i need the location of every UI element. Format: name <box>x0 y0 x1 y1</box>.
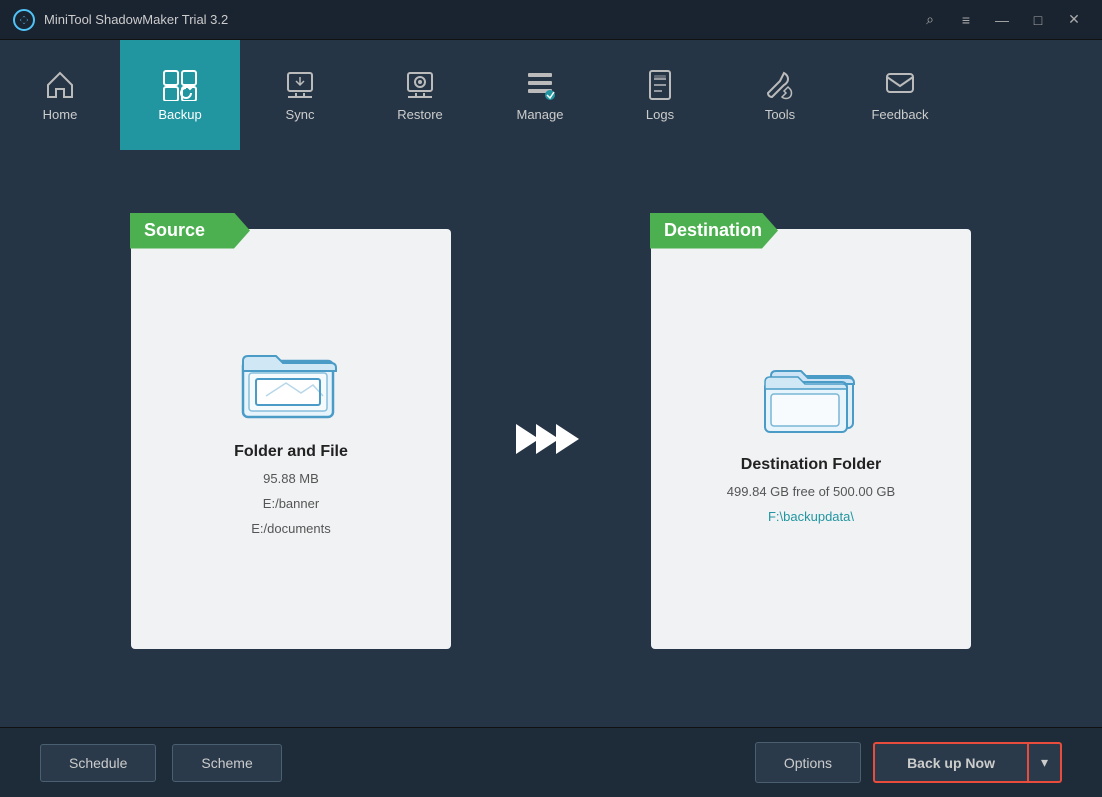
nav-tools-label: Tools <box>765 107 795 122</box>
nav-restore-label: Restore <box>397 107 443 122</box>
nav-feedback-label: Feedback <box>871 107 928 122</box>
options-button[interactable]: Options <box>755 742 861 783</box>
source-content: Folder and File 95.88 MB E:/banner E:/do… <box>234 341 348 536</box>
source-card[interactable]: Source Folder and File 95.88 MB E:/banne… <box>131 229 451 649</box>
source-path1: E:/banner <box>263 496 319 511</box>
titlebar-controls: ⌕ ≡ — □ ✕ <box>914 6 1090 34</box>
nav-manage-label: Manage <box>517 107 564 122</box>
main-content: Source Folder and File 95.88 MB E:/banne… <box>0 150 1102 727</box>
maximize-button[interactable]: □ <box>1022 6 1054 34</box>
nav-backup-label: Backup <box>158 107 201 122</box>
minimize-button[interactable]: — <box>986 6 1018 34</box>
titlebar-left: MiniTool ShadowMaker Trial 3.2 <box>12 8 228 32</box>
nav-manage[interactable]: Manage <box>480 40 600 150</box>
backup-now-button[interactable]: Back up Now <box>873 742 1029 783</box>
nav-logs[interactable]: Logs <box>600 40 720 150</box>
source-header: Source <box>130 213 250 249</box>
destination-title: Destination Folder <box>741 456 881 474</box>
app-title: MiniTool ShadowMaker Trial 3.2 <box>44 12 228 27</box>
forward-arrows <box>511 414 591 464</box>
nav-sync[interactable]: Sync <box>240 40 360 150</box>
dropdown-chevron-icon: ▾ <box>1041 754 1048 770</box>
nav-restore[interactable]: Restore <box>360 40 480 150</box>
schedule-button[interactable]: Schedule <box>40 744 156 782</box>
menu-button[interactable]: ≡ <box>950 6 982 34</box>
sync-icon <box>284 69 316 101</box>
nav-sync-label: Sync <box>286 107 315 122</box>
backup-icon <box>162 69 198 101</box>
destination-path: F:\backupdata\ <box>768 509 854 524</box>
destination-free: 499.84 GB free of 500.00 GB <box>727 484 895 499</box>
arrow-container <box>511 414 591 464</box>
feedback-icon <box>884 69 916 101</box>
nav-logs-label: Logs <box>646 107 674 122</box>
search-button[interactable]: ⌕ <box>914 6 946 34</box>
destination-folder-icon <box>761 354 861 434</box>
source-path2: E:/documents <box>251 521 331 536</box>
close-button[interactable]: ✕ <box>1058 6 1090 34</box>
manage-icon <box>524 69 556 101</box>
logs-icon <box>644 69 676 101</box>
navbar: Home Backup Sync Restore <box>0 40 1102 150</box>
restore-icon <box>404 69 436 101</box>
destination-card[interactable]: Destination Destination Folder 499.84 GB… <box>651 229 971 649</box>
source-title: Folder and File <box>234 443 348 461</box>
titlebar: MiniTool ShadowMaker Trial 3.2 ⌕ ≡ — □ ✕ <box>0 0 1102 40</box>
scheme-button[interactable]: Scheme <box>172 744 281 782</box>
bottom-left: Schedule Scheme <box>40 744 282 782</box>
nav-tools[interactable]: Tools <box>720 40 840 150</box>
nav-feedback[interactable]: Feedback <box>840 40 960 150</box>
backup-dropdown-button[interactable]: ▾ <box>1029 742 1062 783</box>
nav-backup[interactable]: Backup <box>120 40 240 150</box>
bottombar: Schedule Scheme Options Back up Now ▾ <box>0 727 1102 797</box>
source-size: 95.88 MB <box>263 471 319 486</box>
source-folder-icon <box>241 341 341 421</box>
nav-home[interactable]: Home <box>0 40 120 150</box>
home-icon <box>44 69 76 101</box>
app-logo <box>12 8 36 32</box>
tools-icon <box>764 69 796 101</box>
destination-header: Destination <box>650 213 778 249</box>
destination-content: Destination Folder 499.84 GB free of 500… <box>727 354 895 524</box>
bottom-right: Options Back up Now ▾ <box>755 742 1062 783</box>
nav-home-label: Home <box>43 107 78 122</box>
